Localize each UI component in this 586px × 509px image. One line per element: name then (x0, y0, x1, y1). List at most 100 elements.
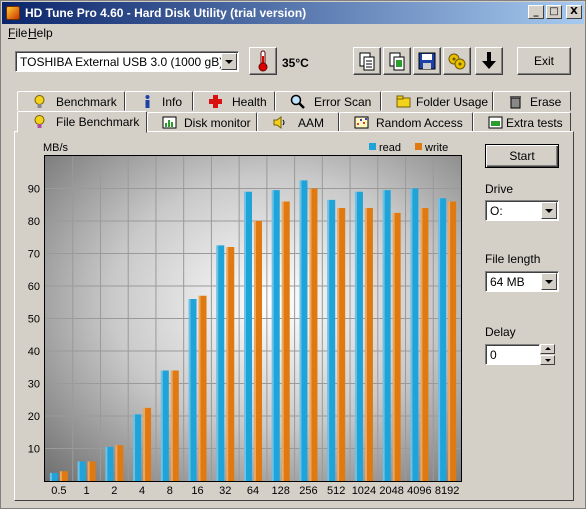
tab-file-benchmark[interactable]: File Benchmark (17, 111, 147, 133)
minimize-button[interactable]: _ (528, 5, 544, 19)
exit-button-label: Exit (533, 54, 554, 68)
y-tick-label: 70 (28, 249, 40, 261)
close-button[interactable]: X (566, 5, 582, 19)
bar-highlight-read-128 (271, 190, 274, 481)
x-tick-label: 0.5 (51, 485, 66, 497)
bar-highlight-read-4096 (410, 188, 413, 481)
tab-info[interactable]: Info (125, 91, 193, 111)
file-length-combo[interactable]: 64 MB (485, 271, 559, 292)
menu-help-label: elp (36, 26, 53, 40)
bar-highlight-read-512 (327, 199, 330, 481)
chevron-down-icon[interactable] (541, 202, 557, 219)
spin-up-icon[interactable] (540, 344, 555, 354)
title-bar[interactable]: HD Tune Pro 4.60 - Hard Disk Utility (tr… (2, 2, 584, 24)
y-axis-label: MB/s (43, 142, 69, 154)
file-benchmark-icon (34, 115, 45, 128)
menu-help[interactable]: Help (28, 26, 53, 40)
temperature-readout: 35°C (282, 56, 309, 70)
spin-down-icon[interactable] (540, 355, 555, 365)
delay-input-value: 0 (490, 348, 497, 362)
drive-selector[interactable]: TOSHIBA External USB 3.0 (1000 gB) (15, 51, 239, 72)
tab-extra-tests[interactable]: Extra tests (473, 112, 571, 132)
bar-highlight-read-16 (188, 299, 191, 481)
bar-highlight-read-64 (244, 191, 246, 481)
x-tick-label: 4 (139, 485, 145, 497)
tab-health[interactable]: Health (193, 91, 275, 111)
bar-highlight-read-32 (216, 245, 219, 481)
random-access-icon (354, 116, 369, 129)
bar-highlight-write-512 (337, 208, 340, 481)
start-button[interactable]: Start (485, 144, 559, 168)
info-icon (145, 95, 150, 108)
save-button[interactable] (413, 47, 441, 75)
maximize-button[interactable]: □ (546, 5, 562, 19)
y-tick-label: 10 (28, 444, 40, 456)
bar-highlight-read-1 (77, 461, 80, 481)
legend-swatch-write (415, 143, 422, 150)
tab-disk-monitor[interactable]: Disk monitor (147, 112, 257, 132)
tab-aam-label: AAM (298, 116, 325, 130)
bar-highlight-read-2048 (382, 190, 385, 481)
bar-highlight-write-0.5 (59, 471, 62, 481)
y-tick-label: 50 (28, 314, 40, 326)
bar-highlight-read-0.5 (49, 472, 52, 481)
tab-aam[interactable]: AAM (257, 112, 339, 132)
chevron-down-icon[interactable] (541, 273, 557, 290)
menu-file[interactable]: File (8, 26, 27, 40)
download-icon (482, 52, 496, 69)
legend-swatch-read (369, 143, 376, 150)
options-button[interactable] (443, 47, 471, 75)
x-tick-label: 2 (111, 485, 117, 497)
temperature-button[interactable] (249, 47, 277, 75)
y-tick-label: 60 (28, 281, 40, 293)
app-window: HD Tune Pro 4.60 - Hard Disk Utility (tr… (0, 0, 586, 509)
extra-tests-icon (488, 116, 503, 129)
x-tick-label: 64 (247, 485, 259, 497)
bar-highlight-write-4096 (420, 208, 423, 481)
copy-screenshot-button[interactable] (383, 47, 411, 75)
delay-input[interactable]: 0 (485, 344, 540, 365)
y-tick-label: 20 (28, 411, 40, 423)
bar-highlight-write-64 (254, 221, 256, 481)
drive-label: Drive (485, 182, 514, 196)
tab-erase-label: Erase (530, 95, 562, 109)
folder-icon (396, 95, 411, 108)
benchmark-chart: 10 20 30 40 50 60 70 80 90 MB/s read write 0.5 1 2 4 8 16… (21, 141, 465, 497)
tab-benchmark-label: Benchmark (56, 95, 117, 109)
speaker-icon (273, 116, 285, 129)
tab-folder-usage-label: Folder Usage (416, 95, 489, 109)
tab-folder-usage[interactable]: Folder Usage (381, 91, 493, 111)
bar-highlight-write-16 (198, 295, 201, 481)
save-icon (418, 52, 436, 70)
tab-benchmark[interactable]: Benchmark (17, 91, 125, 111)
start-button-label: Start (509, 149, 535, 163)
bar-highlight-read-8192 (438, 198, 441, 481)
bar-highlight-write-128 (281, 201, 284, 481)
x-tick-label: 4096 (407, 485, 431, 497)
bar-highlight-read-1024 (354, 191, 357, 481)
bar-highlight-write-4 (143, 407, 146, 481)
tab-error-scan-label: Error Scan (314, 95, 372, 109)
bar-highlight-write-256 (309, 188, 312, 481)
drive-combo-value: O: (490, 204, 503, 218)
tab-disk-monitor-label: Disk monitor (184, 116, 251, 130)
download-button[interactable] (475, 47, 503, 75)
file-length-combo-value: 64 MB (490, 275, 525, 289)
legend-label-read: read (379, 142, 401, 154)
tab-random-access[interactable]: Random Access (339, 112, 473, 132)
drive-combo[interactable]: O: (485, 200, 559, 221)
bar-highlight-read-256 (299, 180, 302, 481)
thermometer-icon (258, 50, 268, 72)
x-tick-label: 512 (327, 485, 345, 497)
exit-button[interactable]: Exit (517, 47, 571, 75)
x-tick-label: 8192 (435, 485, 459, 497)
chevron-down-icon[interactable] (221, 53, 237, 70)
tab-error-scan[interactable]: Error Scan (275, 91, 381, 111)
tab-info-label: Info (162, 95, 183, 109)
tab-erase[interactable]: Erase (493, 91, 571, 111)
y-tick-label: 80 (28, 216, 40, 228)
copy-text-button[interactable] (353, 47, 381, 75)
x-tick-label: 2048 (379, 485, 403, 497)
x-tick-label: 16 (191, 485, 203, 497)
x-tick-label: 1024 (352, 485, 376, 497)
